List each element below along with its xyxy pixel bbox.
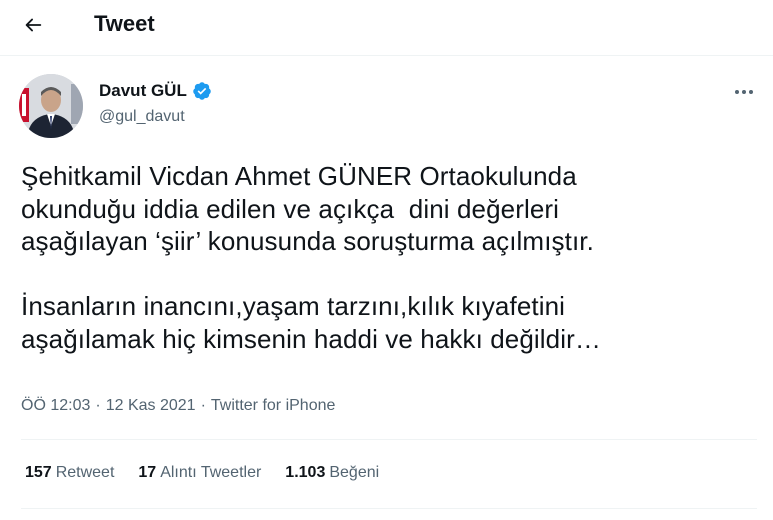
likes-stat[interactable]: 1.103 Beğeni (285, 463, 379, 483)
tweet-date[interactable]: 12 Kas 2021 (106, 396, 196, 416)
back-button[interactable] (14, 6, 52, 44)
likes-count: 1.103 (285, 464, 326, 481)
retweets-label: Retweet (55, 464, 115, 481)
page-header: Tweet (0, 0, 773, 50)
more-options-button[interactable] (726, 80, 762, 104)
retweets-count: 157 (25, 464, 52, 481)
more-horizontal-icon (735, 90, 753, 94)
quote-tweets-label: Alıntı Tweetler (160, 464, 262, 481)
retweets-stat[interactable]: 157 Retweet (25, 463, 114, 483)
quote-tweets-count: 17 (138, 464, 157, 481)
quote-tweets-stat[interactable]: 17 Alıntı Tweetler (138, 463, 261, 483)
avatar[interactable] (19, 74, 83, 138)
tweet-stats: 157 Retweet 17 Alıntı Tweetler 1.103 Beğ… (25, 463, 403, 483)
page-title: Tweet (94, 11, 155, 36)
stats-divider (21, 508, 757, 509)
tweet-text: Şehitkamil Vicdan Ahmet GÜNER Ortaokulun… (21, 161, 601, 354)
meta-divider (21, 439, 757, 440)
arrow-left-icon (25, 18, 42, 32)
author-name-text: Davut GÜL (99, 81, 187, 100)
meta-separator: · (200, 397, 206, 414)
header-divider (0, 55, 773, 56)
author-handle[interactable]: @gul_davut (99, 106, 185, 128)
tweet-source[interactable]: Twitter for iPhone (211, 396, 336, 416)
avatar-photo (19, 74, 83, 138)
likes-label: Beğeni (329, 464, 380, 481)
meta-separator: · (95, 397, 101, 414)
author-name[interactable]: Davut GÜL (99, 80, 212, 102)
tweet-meta: ÖÖ 12:03 · 12 Kas 2021 · Twitter for iPh… (21, 396, 335, 416)
verified-badge-icon (192, 81, 212, 101)
tweet-time[interactable]: ÖÖ 12:03 (21, 396, 90, 416)
